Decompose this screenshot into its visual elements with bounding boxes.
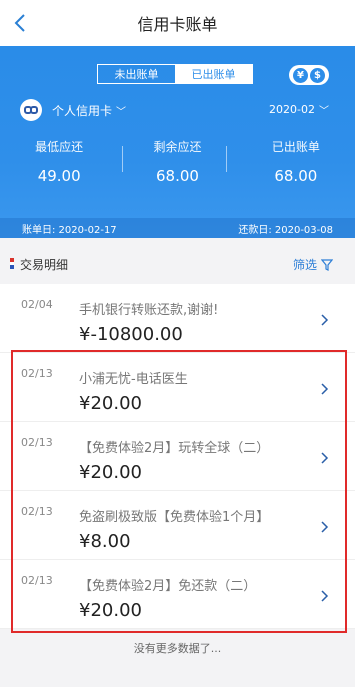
tab-billed[interactable]: 已出账单 (175, 65, 252, 83)
page-title: 信用卡账单 (137, 15, 218, 34)
due-date: 还款日: 2020-03-08 (238, 224, 333, 236)
transaction-description: 【免费体验2月】玩转全球（二） (79, 441, 270, 456)
chevron-down-icon: ﹀ (319, 106, 329, 117)
tab-unbilled[interactable]: 未出账单 (98, 65, 175, 83)
transaction-row[interactable]: 02/13 【免费体验2月】免还款（二） ¥20.00 (0, 560, 355, 629)
stat-divider (226, 146, 227, 172)
transaction-description: 小浦无忧-电话医生 (79, 372, 188, 387)
stat-value: 68.00 (274, 167, 318, 185)
transaction-description: 【免费体验2月】免还款（二） (79, 579, 257, 594)
flag-icon (10, 258, 14, 270)
transactions-header: 交易明细 筛选 (0, 250, 355, 278)
chevron-down-icon: ﹀ (116, 106, 127, 118)
bill-date: 账单日: 2020-02-17 (22, 224, 117, 236)
filter-button[interactable]: 筛选 (293, 256, 333, 273)
card-selector[interactable]: 个人信用卡 ﹀ (20, 99, 126, 121)
stat-value: 68.00 (156, 167, 199, 185)
nav-bar: 信用卡账单 (0, 0, 355, 46)
stat-label: 剩余应还 (153, 140, 202, 154)
summary-panel: 未出账单 已出账单 ¥ $ 个人信用卡 ﹀ 2020-02 ﹀ 最低应还 49.… (0, 46, 355, 238)
currency-switch[interactable]: ¥ $ (289, 65, 329, 85)
card-name: 个人信用卡 (52, 103, 113, 118)
dollar-icon: $ (310, 67, 325, 83)
transaction-amount: ¥20.00 (79, 462, 142, 483)
transaction-row[interactable]: 02/13 【免费体验2月】玩转全球（二） ¥20.00 (0, 422, 355, 491)
stat-billed-amount: 已出账单 68.00 (237, 138, 355, 188)
transaction-row[interactable]: 02/04 手机银行转账还款,谢谢! ¥-10800.00 (0, 284, 355, 353)
transaction-date: 02/13 (21, 436, 53, 449)
no-more-data-note: 没有更多数据了... (133, 642, 222, 655)
transaction-date: 02/04 (21, 298, 53, 311)
transaction-date: 02/13 (21, 574, 53, 587)
section-title: 交易明细 (20, 258, 69, 272)
stat-remaining-due: 剩余应还 68.00 (118, 138, 236, 188)
statement-month: 2020-02 (269, 103, 315, 116)
bank-logo-icon (20, 99, 42, 121)
transaction-row[interactable]: 02/13 免盗刷极致版【免费体验1个月】 ¥8.00 (0, 491, 355, 560)
bill-toggle: 未出账单 已出账单 (97, 64, 253, 84)
chevron-right-icon (321, 452, 329, 464)
statement-month-selector[interactable]: 2020-02 ﹀ (269, 102, 329, 117)
filter-label: 筛选 (292, 258, 317, 272)
back-button[interactable] (6, 9, 34, 37)
transaction-date: 02/13 (21, 505, 53, 518)
filter-icon (321, 258, 333, 271)
stat-value: 49.00 (37, 167, 81, 185)
stats-row: 最低应还 49.00 剩余应还 68.00 已出账单 68.00 (0, 138, 355, 188)
transaction-description: 手机银行转账还款,谢谢! (79, 303, 219, 318)
transaction-amount: ¥-10800.00 (79, 324, 183, 345)
transaction-date: 02/13 (21, 367, 53, 380)
stat-label: 已出账单 (271, 140, 320, 154)
transaction-row[interactable]: 02/13 小浦无忧-电话医生 ¥20.00 (0, 353, 355, 422)
stat-label: 最低应还 (35, 140, 84, 154)
transaction-amount: ¥20.00 (79, 600, 142, 621)
transaction-description: 免盗刷极致版【免费体验1个月】 (79, 510, 270, 525)
stat-minimum-due: 最低应还 49.00 (0, 138, 118, 188)
bill-dates-bar: 账单日: 2020-02-17 还款日: 2020-03-08 (0, 218, 355, 238)
chevron-right-icon (321, 521, 329, 533)
chevron-right-icon (321, 314, 329, 326)
transaction-amount: ¥20.00 (79, 393, 142, 414)
yen-icon: ¥ (293, 67, 308, 83)
transaction-amount: ¥8.00 (79, 531, 131, 552)
chevron-right-icon (321, 590, 329, 602)
transaction-list: 02/04 手机银行转账还款,谢谢! ¥-10800.00 02/13 小浦无忧… (0, 284, 355, 629)
chevron-left-icon (14, 14, 25, 32)
chevron-right-icon (321, 383, 329, 395)
